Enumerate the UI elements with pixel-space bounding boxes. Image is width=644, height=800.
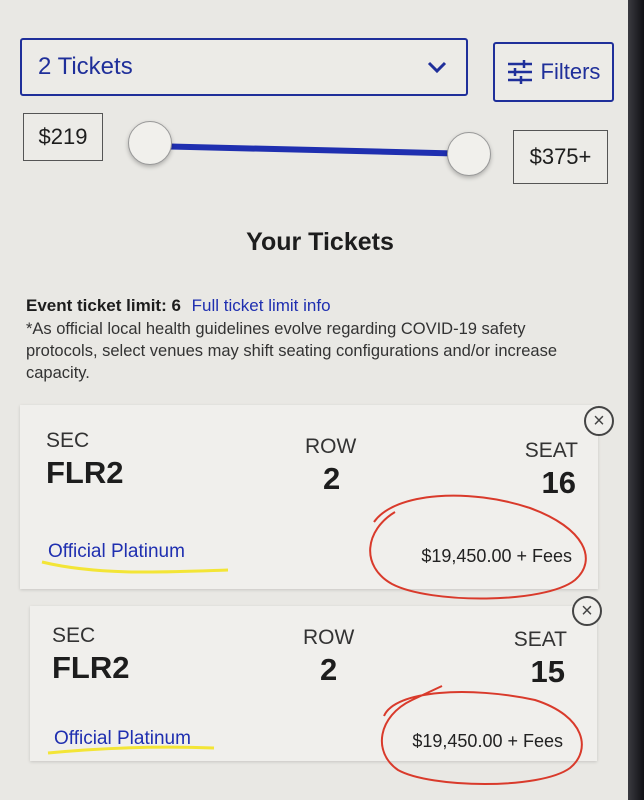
sliders-icon bbox=[507, 60, 532, 84]
tier-link[interactable]: Official Platinum bbox=[48, 541, 185, 563]
row-value: 2 bbox=[323, 461, 341, 496]
row-value: 2 bbox=[320, 652, 338, 687]
seat-value: 15 bbox=[530, 654, 565, 689]
sec-value: FLR2 bbox=[46, 455, 124, 490]
close-icon[interactable]: × bbox=[572, 596, 602, 626]
ticket-limit-info-link[interactable]: Full ticket limit info bbox=[192, 296, 331, 315]
ticket-quantity-select[interactable]: 2 Tickets bbox=[20, 38, 468, 96]
ticket-price: $19,450.00 + Fees bbox=[412, 731, 563, 751]
section-title: Your Tickets bbox=[246, 228, 394, 256]
monitor-bezel bbox=[628, 0, 644, 800]
seat-label: SEAT bbox=[524, 439, 578, 462]
sec-value: FLR2 bbox=[52, 650, 130, 685]
ticket-limit-label: Event ticket limit: 6 bbox=[26, 296, 181, 315]
filters-button[interactable]: Filters bbox=[493, 42, 614, 102]
price-slider-track[interactable] bbox=[149, 143, 470, 157]
ticket-price: $19,450.00 + Fees bbox=[421, 546, 572, 566]
ticket-card: SEC FLR2 ROW 2 SEAT 16 Official Platinum… bbox=[20, 405, 598, 589]
sec-label: SEC bbox=[46, 429, 90, 452]
price-slider-max-handle[interactable] bbox=[447, 132, 491, 176]
row-label: ROW bbox=[303, 626, 355, 649]
row-label: ROW bbox=[305, 435, 357, 458]
chevron-down-icon bbox=[427, 61, 447, 74]
price-max-input[interactable]: $375+ bbox=[513, 130, 608, 184]
close-icon[interactable]: × bbox=[584, 406, 614, 436]
tier-link[interactable]: Official Platinum bbox=[54, 728, 191, 750]
ticket-panel: 2 Tickets Filters $219 $375+ Your Ticket… bbox=[0, 0, 628, 800]
price-slider-min-handle[interactable] bbox=[128, 121, 172, 165]
ticket-card: SEC FLR2 ROW 2 SEAT 15 Official Platinum… bbox=[30, 606, 597, 761]
seat-value: 16 bbox=[541, 465, 576, 500]
covid-disclaimer: *As official local health guidelines evo… bbox=[26, 320, 558, 382]
price-min-input[interactable]: $219 bbox=[23, 113, 103, 161]
ticket-limit-line: Event ticket limit: 6 Full ticket limit … bbox=[26, 296, 331, 316]
seat-label: SEAT bbox=[513, 628, 567, 651]
sec-label: SEC bbox=[52, 624, 96, 647]
quantity-value: 2 Tickets bbox=[38, 53, 133, 80]
filters-label: Filters bbox=[540, 59, 601, 84]
